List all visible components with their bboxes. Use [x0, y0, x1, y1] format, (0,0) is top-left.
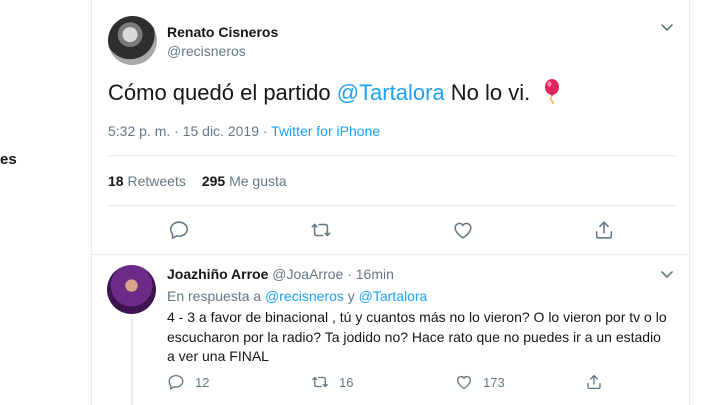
retweets-count: 18	[108, 173, 124, 189]
divider	[108, 205, 676, 206]
balloon-icon	[545, 79, 560, 104]
retweet-icon[interactable]	[310, 219, 332, 241]
reply-context-prefix: En respuesta a	[167, 288, 266, 304]
chevron-down-icon[interactable]	[659, 267, 675, 283]
tweet-timestamp[interactable]: 5:32 p. m. · 15 dic. 2019 ·	[108, 123, 271, 139]
reply-action-bar: 12 16 173	[167, 373, 672, 393]
mention-link[interactable]: @recisneros	[265, 288, 344, 304]
separator: ·	[343, 266, 356, 282]
divider	[108, 155, 676, 156]
reply-like-button[interactable]: 173	[455, 373, 505, 391]
reply-count: 12	[195, 374, 210, 390]
tweet-text-part: No lo vi.	[444, 80, 537, 105]
tweet-text: Cómo quedó el partido @Tartalora No lo v…	[108, 78, 562, 106]
share-icon[interactable]	[593, 219, 615, 241]
mention-link[interactable]: @Tartalora	[337, 80, 445, 105]
reply-tweet[interactable]: Joazhiño Arroe @JoaArroe · 16min En resp…	[92, 255, 690, 405]
tweet-metadata: 5:32 p. m. · 15 dic. 2019 · Twitter for …	[108, 123, 380, 139]
reply-header: Joazhiño Arroe @JoaArroe · 16min	[167, 266, 394, 282]
share-icon	[587, 374, 601, 390]
likes-stat[interactable]: 295 Me gusta	[202, 173, 287, 189]
likes-count: 295	[201, 173, 226, 189]
retweet-icon	[312, 376, 328, 388]
tweet-action-bar	[92, 213, 690, 247]
likes-label: Me gusta	[229, 173, 287, 189]
chevron-down-icon[interactable]	[659, 20, 675, 36]
author-handle[interactable]: @recisneros	[167, 43, 246, 59]
thread-line	[131, 319, 133, 405]
reply-author-handle[interactable]: @JoaArroe	[272, 266, 343, 282]
retweets-label: Retweets	[127, 173, 186, 189]
like-icon	[456, 375, 472, 390]
left-nav-label-fragment[interactable]: es	[0, 151, 17, 168]
focused-tweet: Renato Cisneros @recisneros Cómo quedó e…	[92, 0, 690, 255]
retweet-count: 16	[339, 374, 354, 390]
reply-author-name[interactable]: Joazhiño Arroe	[167, 266, 268, 282]
reply-retweet-button[interactable]: 16	[311, 373, 353, 391]
like-icon[interactable]	[452, 219, 474, 241]
avatar[interactable]	[107, 265, 156, 314]
reply-context: En respuesta a @recisneros y @Tartalora	[167, 288, 427, 304]
reply-icon[interactable]	[168, 219, 190, 241]
tweet-source-link[interactable]: Twitter for iPhone	[271, 123, 380, 139]
reply-reply-button[interactable]: 12	[167, 373, 209, 391]
retweets-stat[interactable]: 18 Retweets	[108, 173, 186, 189]
reply-context-and: y	[343, 288, 359, 304]
author-name[interactable]: Renato Cisneros	[167, 24, 278, 40]
tweet-text-part: Cómo quedó el partido	[108, 80, 337, 105]
reply-time[interactable]: 16min	[356, 266, 394, 282]
reply-share-button[interactable]	[585, 373, 613, 391]
tweet-stats: 18 Retweets 295 Me gusta	[108, 173, 287, 189]
mention-link[interactable]: @Tartalora	[359, 288, 428, 304]
reply-icon	[168, 374, 184, 390]
conversation-column: Renato Cisneros @recisneros Cómo quedó e…	[91, 0, 690, 405]
avatar[interactable]	[108, 16, 157, 65]
like-count: 173	[483, 374, 505, 390]
reply-text: 4 - 3 a favor de binacional , tú y cuant…	[167, 309, 667, 364]
